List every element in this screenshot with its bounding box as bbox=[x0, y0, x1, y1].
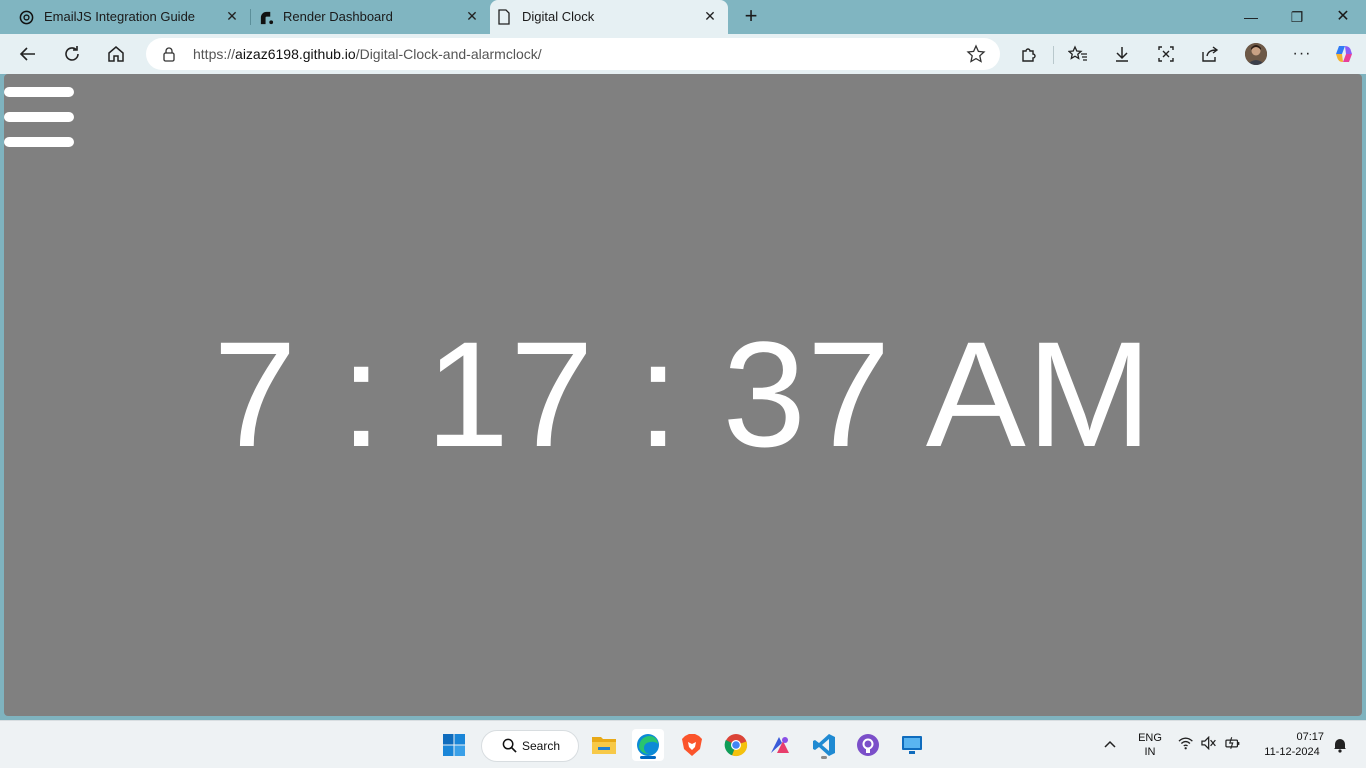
url-path: /Digital-Clock-and-alarmclock/ bbox=[355, 46, 542, 62]
app-icon bbox=[771, 737, 789, 753]
speaker-muted-icon bbox=[1201, 736, 1217, 750]
app-button[interactable] bbox=[764, 729, 796, 761]
favorite-star-icon[interactable] bbox=[966, 44, 986, 69]
vscode-icon bbox=[813, 734, 835, 756]
screenshot-icon bbox=[1158, 46, 1174, 62]
refresh-icon bbox=[65, 46, 79, 61]
tab-digital-clock[interactable]: Digital Clock ✕ bbox=[490, 0, 728, 34]
taskbar-clock[interactable]: 07:17 11-12-2024 bbox=[1254, 730, 1330, 760]
restore-button[interactable]: ❐ bbox=[1282, 6, 1312, 28]
more-options-button[interactable]: ··· bbox=[1290, 42, 1314, 66]
remote-desktop-icon bbox=[902, 736, 922, 754]
back-arrow-icon bbox=[19, 47, 35, 61]
remote-desktop-button[interactable] bbox=[896, 729, 928, 761]
brave-button[interactable] bbox=[676, 729, 708, 761]
search-icon bbox=[502, 738, 517, 758]
chrome-icon bbox=[724, 734, 748, 757]
active-indicator bbox=[640, 756, 656, 759]
file-explorer-button[interactable] bbox=[588, 729, 620, 761]
share-icon bbox=[1202, 46, 1219, 62]
tab-title: EmailJS Integration Guide bbox=[44, 9, 196, 24]
url-scheme: https:// bbox=[193, 46, 236, 62]
puzzle-icon bbox=[1022, 48, 1036, 62]
file-explorer-icon bbox=[592, 737, 616, 754]
close-icon[interactable]: ✕ bbox=[224, 8, 240, 24]
start-button[interactable] bbox=[438, 729, 470, 761]
edge-icon bbox=[637, 734, 659, 756]
copilot-button[interactable] bbox=[1332, 42, 1356, 66]
home-button[interactable] bbox=[104, 42, 128, 66]
vscode-button[interactable] bbox=[808, 729, 840, 761]
battery-charging-icon bbox=[1224, 737, 1240, 749]
screenshot-button[interactable] bbox=[1154, 42, 1178, 66]
language-indicator[interactable]: ENG IN bbox=[1134, 731, 1166, 759]
tab-render-dashboard[interactable]: Render Dashboard ✕ bbox=[250, 0, 490, 34]
download-icon bbox=[1116, 47, 1128, 62]
running-indicator bbox=[821, 756, 827, 759]
avatar-image bbox=[1245, 43, 1267, 65]
copilot-icon bbox=[1336, 46, 1352, 62]
windows-start-icon bbox=[443, 734, 465, 756]
share-button[interactable] bbox=[1198, 42, 1222, 66]
close-icon[interactable]: ✕ bbox=[464, 8, 480, 24]
downloads-button[interactable] bbox=[1110, 42, 1134, 66]
chrome-button[interactable] bbox=[720, 729, 752, 761]
github-desktop-button[interactable] bbox=[852, 729, 884, 761]
refresh-button[interactable] bbox=[60, 42, 84, 66]
tab-title: Digital Clock bbox=[522, 9, 595, 24]
tab-emailjs[interactable]: EmailJS Integration Guide ✕ bbox=[0, 0, 250, 34]
clock-display: 7 : 17 : 37 AM bbox=[213, 310, 1153, 478]
github-desktop-icon bbox=[857, 734, 879, 756]
hamburger-menu-icon[interactable] bbox=[4, 86, 76, 148]
render-icon bbox=[258, 9, 274, 25]
menu-bar bbox=[4, 137, 74, 147]
taskbar: Search ENG IN 07:17 11-12-2024 bbox=[0, 720, 1366, 768]
tab-strip: EmailJS Integration Guide ✕ Render Dashb… bbox=[0, 0, 1366, 34]
menu-bar bbox=[4, 112, 74, 122]
extensions-button[interactable] bbox=[1017, 42, 1041, 66]
search-label: Search bbox=[522, 739, 561, 753]
toolbar-divider bbox=[1053, 46, 1054, 64]
close-window-button[interactable]: ✕ bbox=[1328, 6, 1358, 28]
minimize-button[interactable]: — bbox=[1236, 6, 1266, 28]
back-button[interactable] bbox=[16, 42, 40, 66]
edge-taskbar-button[interactable] bbox=[632, 729, 664, 761]
taskbar-time: 07:17 bbox=[1296, 731, 1324, 743]
notification-bell-icon bbox=[1334, 739, 1346, 753]
url-host: aizaz6198.github.io bbox=[235, 46, 356, 62]
notifications-button[interactable] bbox=[1332, 737, 1348, 756]
url-text: https://aizaz6198.github.io/Digital-Cloc… bbox=[193, 46, 542, 62]
lock-icon[interactable] bbox=[162, 46, 176, 67]
page-icon bbox=[496, 9, 512, 25]
browser-toolbar: https://aizaz6198.github.io/Digital-Cloc… bbox=[0, 34, 1366, 74]
taskbar-date: 11-12-2024 bbox=[1264, 746, 1320, 758]
openai-icon bbox=[18, 9, 34, 25]
brave-icon bbox=[682, 734, 702, 756]
favorites-icon bbox=[1068, 45, 1087, 61]
page-viewport: 7 : 17 : 37 AM bbox=[4, 74, 1362, 716]
menu-bar bbox=[4, 87, 74, 97]
address-bar[interactable]: https://aizaz6198.github.io/Digital-Cloc… bbox=[146, 38, 1000, 70]
system-tray-status[interactable] bbox=[1178, 736, 1240, 750]
home-icon bbox=[108, 46, 124, 62]
profile-avatar[interactable] bbox=[1245, 43, 1267, 65]
new-tab-button[interactable]: + bbox=[740, 5, 762, 28]
language-code: ENG bbox=[1138, 732, 1162, 744]
language-region: IN bbox=[1144, 746, 1156, 758]
show-hidden-icons-button[interactable] bbox=[1100, 735, 1120, 751]
favorites-button[interactable] bbox=[1066, 42, 1090, 66]
chevron-up-icon bbox=[1104, 740, 1116, 748]
taskbar-search[interactable]: Search bbox=[481, 730, 579, 762]
wifi-icon bbox=[1178, 737, 1193, 750]
close-icon[interactable]: ✕ bbox=[702, 8, 718, 24]
tab-title: Render Dashboard bbox=[283, 9, 393, 24]
